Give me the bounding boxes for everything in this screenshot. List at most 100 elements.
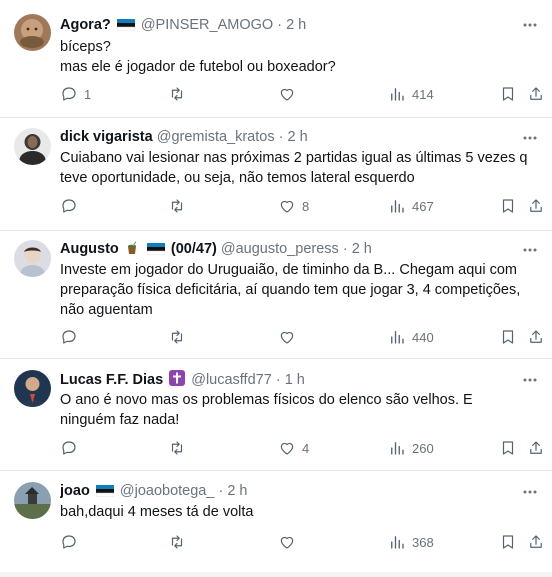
tweet-header: dick vigarista @gremista_kratos · 2 h: [60, 128, 512, 146]
more-icon[interactable]: [522, 130, 538, 146]
avatar[interactable]: [14, 240, 51, 277]
tweet-5[interactable]: joao @joaobotega_ · 2 h bah,daqui 4 mese…: [0, 471, 552, 572]
view-count: 368: [412, 534, 434, 550]
more-icon[interactable]: [522, 484, 538, 500]
name-badge: (00/47): [170, 241, 217, 257]
reply-button[interactable]: [60, 196, 84, 216]
share-button[interactable]: [527, 327, 545, 347]
more-icon[interactable]: [522, 17, 538, 33]
reply-icon: [62, 441, 76, 455]
display-name[interactable]: Agora?: [60, 17, 111, 33]
like-icon: [280, 442, 294, 455]
more-icon[interactable]: [522, 242, 538, 258]
tweet-header: Lucas F.F. Dias @lucasffd77 · 1 h: [60, 370, 512, 391]
views-icon: [391, 331, 404, 344]
view-count: 467: [412, 198, 434, 214]
tweet-actions: 440: [0, 327, 552, 347]
display-name[interactable]: Augusto: [60, 241, 119, 257]
views-icon: [391, 200, 404, 213]
reply-button[interactable]: [60, 438, 84, 458]
views-button[interactable]: 368: [388, 532, 434, 552]
reply-button[interactable]: 1: [60, 84, 91, 104]
tweet-actions: 8 467: [0, 196, 552, 216]
views-icon: [391, 88, 404, 101]
timestamp[interactable]: 2 h: [227, 483, 247, 499]
bookmark-button[interactable]: [499, 438, 517, 458]
views-button[interactable]: 414: [388, 84, 434, 104]
timestamp[interactable]: 2 h: [352, 241, 372, 257]
retweet-icon: [171, 330, 183, 344]
mate-emoji: [125, 241, 139, 260]
timestamp[interactable]: 1 h: [285, 372, 305, 388]
views-icon: [391, 536, 404, 549]
like-button[interactable]: [278, 84, 302, 104]
tweet-text: Cuiabano vai lesionar nas próximas 2 par…: [60, 150, 528, 186]
cross-emoji: [169, 370, 186, 391]
retweet-button[interactable]: [168, 84, 192, 104]
like-icon: [280, 200, 294, 213]
bookmark-button[interactable]: [499, 84, 517, 104]
tweet-header: Agora? @PINSER_AMOGO · 2 h: [60, 16, 512, 36]
like-icon: [280, 331, 294, 344]
bookmark-button[interactable]: [499, 327, 517, 347]
tweet-actions: 368: [0, 532, 552, 552]
avatar[interactable]: [14, 14, 51, 51]
avatar[interactable]: [14, 370, 51, 407]
display-name[interactable]: dick vigarista: [60, 129, 153, 145]
avatar[interactable]: [14, 128, 51, 165]
tweet-4[interactable]: Lucas F.F. Dias @lucasffd77 · 1 h O ano …: [0, 359, 552, 471]
timestamp[interactable]: 2 h: [286, 17, 306, 33]
views-button[interactable]: 440: [388, 327, 434, 347]
retweet-button[interactable]: [168, 327, 192, 347]
share-button[interactable]: [527, 196, 545, 216]
like-count: 4: [302, 440, 310, 456]
retweet-button[interactable]: [168, 532, 192, 552]
view-count: 260: [412, 440, 434, 456]
reply-button[interactable]: [60, 532, 84, 552]
handle[interactable]: @joaobotega_: [120, 483, 215, 499]
reply-button[interactable]: [60, 327, 84, 347]
like-button[interactable]: [278, 327, 302, 347]
more-icon[interactable]: [522, 372, 538, 388]
tweet-text: O ano é novo mas os problemas físicos do…: [60, 392, 473, 428]
like-button[interactable]: [278, 532, 302, 552]
views-button[interactable]: 467: [388, 196, 434, 216]
share-button[interactable]: [527, 438, 545, 458]
handle[interactable]: @gremista_kratos: [157, 129, 275, 145]
like-button[interactable]: 8: [278, 196, 309, 216]
reply-icon: [62, 199, 76, 213]
handle[interactable]: @lucasffd77: [191, 372, 272, 388]
tweet-3[interactable]: Augusto (00/47) @augusto_peress · 2 h In…: [0, 231, 552, 359]
tweet-2[interactable]: dick vigarista @gremista_kratos · 2 h Cu…: [0, 118, 552, 231]
share-icon: [530, 441, 542, 454]
tweet-actions: 4 260: [0, 438, 552, 458]
share-button[interactable]: [527, 532, 545, 552]
bookmark-button[interactable]: [499, 532, 517, 552]
bookmark-button[interactable]: [499, 196, 517, 216]
display-name[interactable]: Lucas F.F. Dias: [60, 372, 163, 388]
timestamp[interactable]: 2 h: [288, 129, 308, 145]
share-icon: [530, 330, 542, 343]
retweet-icon: [171, 199, 183, 213]
separator: ·: [218, 483, 224, 499]
retweet-button[interactable]: [168, 196, 192, 216]
tweet-text: bah,daqui 4 meses tá de volta: [60, 504, 254, 520]
share-icon: [530, 87, 542, 100]
handle[interactable]: @augusto_peress: [221, 241, 339, 257]
tweet-text: bíceps? mas ele é jogador de futebol ou …: [60, 39, 336, 75]
retweet-icon: [171, 535, 183, 549]
flag-emoji: [146, 242, 166, 260]
bookmark-icon: [502, 87, 514, 101]
view-count: 440: [412, 329, 434, 345]
share-button[interactable]: [527, 84, 545, 104]
retweet-button[interactable]: [168, 438, 192, 458]
flag-emoji: [95, 484, 115, 502]
divider: [0, 572, 552, 577]
tweet-1[interactable]: Agora? @PINSER_AMOGO · 2 h bíceps? mas e…: [0, 0, 552, 118]
display-name[interactable]: joao: [60, 483, 90, 499]
like-button[interactable]: 4: [278, 438, 309, 458]
avatar[interactable]: [14, 482, 51, 519]
handle[interactable]: @PINSER_AMOGO: [141, 17, 273, 33]
bookmark-icon: [502, 535, 514, 549]
views-button[interactable]: 260: [388, 438, 434, 458]
